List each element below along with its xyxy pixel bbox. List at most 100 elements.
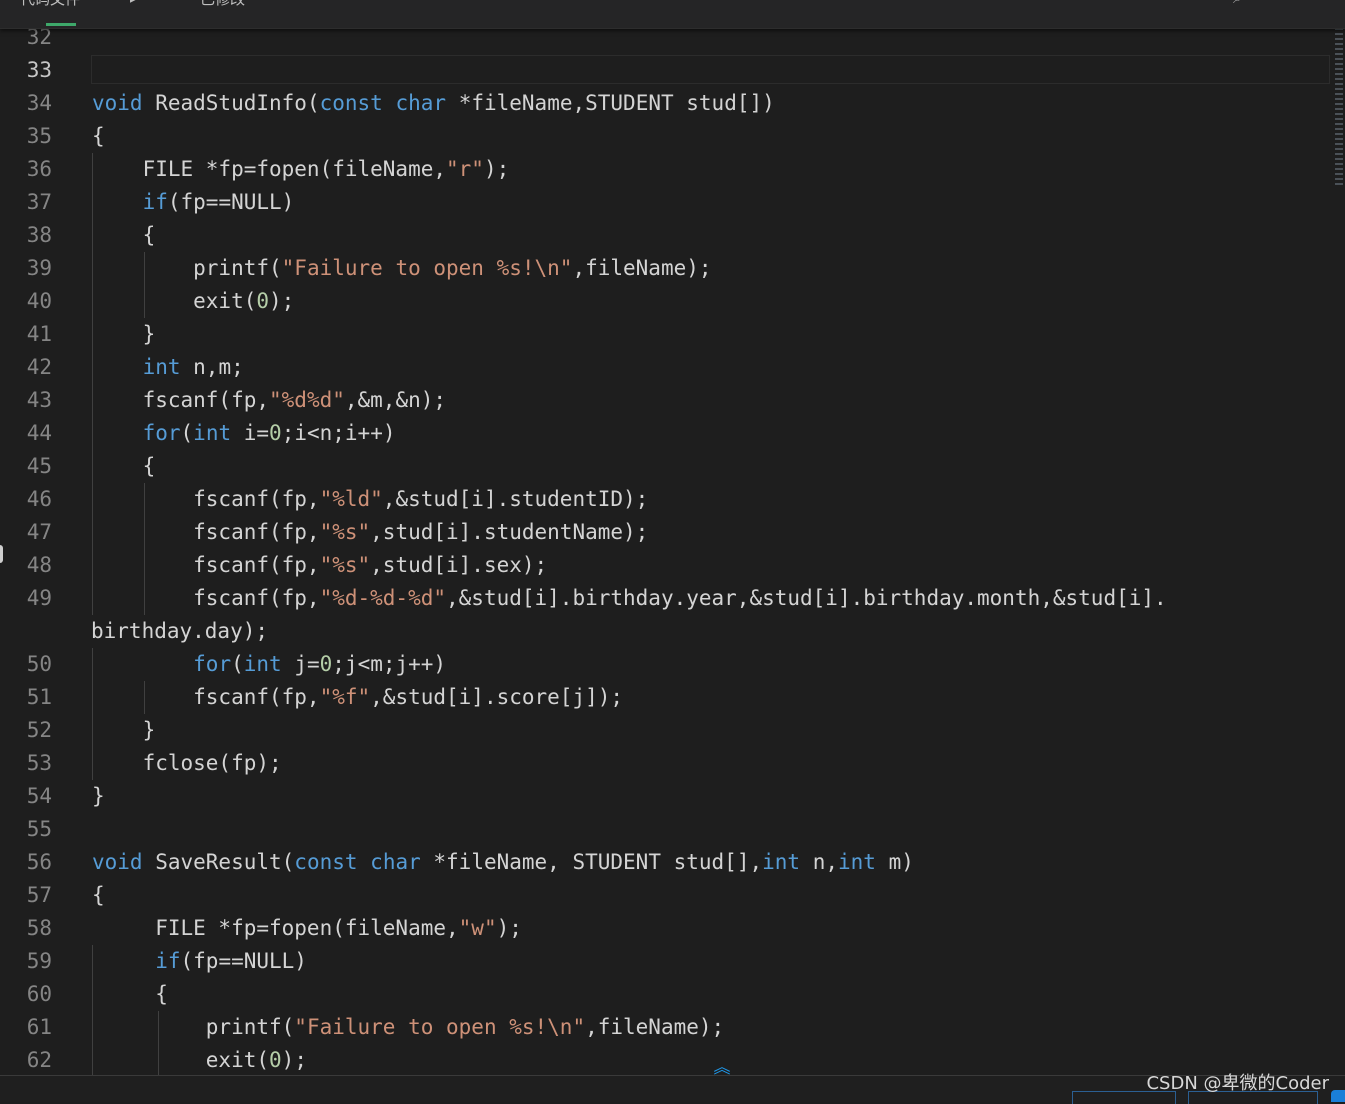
line-number: 56	[26, 850, 52, 874]
code-line[interactable]: 59 if(fp==NULL)	[0, 945, 1345, 978]
code-line[interactable]: 58 FILE *fp=fopen(fileName,"w");	[0, 912, 1345, 945]
code-token: ,fileName);	[585, 1015, 725, 1039]
code-token: char	[395, 91, 447, 115]
code-line[interactable]: 62 exit(0);	[0, 1044, 1345, 1077]
code-line[interactable]: 37 if(fp==NULL)	[0, 186, 1345, 219]
code-text: int n,m;	[92, 351, 244, 384]
code-line[interactable]: 39 printf("Failure to open %s!\n",fileNa…	[0, 252, 1345, 285]
code-token: ReadStudInfo(	[142, 91, 320, 115]
line-number: 61	[26, 1015, 52, 1039]
code-line[interactable]: birthday.day);	[0, 615, 1345, 648]
indent-guide	[92, 648, 93, 681]
code-line[interactable]: 41 }	[0, 318, 1345, 351]
code-token: 0	[269, 421, 282, 445]
code-text: void ReadStudInfo(const char *fileName,S…	[92, 87, 775, 120]
code-token: fscanf(fp,	[92, 685, 320, 709]
code-token: (fp==NULL)	[167, 190, 295, 214]
status-accent	[1331, 1090, 1345, 1102]
indent-guide	[144, 582, 146, 615]
code-line[interactable]: 49 fscanf(fp,"%d-%d-%d",&stud[i].birthda…	[0, 582, 1345, 615]
line-number: 59	[26, 949, 52, 973]
code-line[interactable]: 48 fscanf(fp,"%s",stud[i].sex);	[0, 549, 1345, 582]
indent-guide	[92, 582, 93, 615]
tab-modified[interactable]: 已修改	[200, 0, 245, 9]
line-number: 35	[26, 124, 52, 148]
code-token: int	[243, 652, 282, 676]
line-number: 55	[26, 817, 52, 841]
code-text: printf("Failure to open %s!\n",fileName)…	[92, 252, 711, 285]
code-token: exit(	[92, 289, 257, 313]
code-line[interactable]: 46 fscanf(fp,"%ld",&stud[i].studentID);	[0, 483, 1345, 516]
code-line[interactable]: 47 fscanf(fp,"%s",stud[i].studentName);	[0, 516, 1345, 549]
code-text: }	[92, 318, 156, 351]
code-line[interactable]: 56 void SaveResult(const char *fileName, …	[0, 846, 1345, 879]
code-text: fscanf(fp,"%d-%d-%d",&stud[i].birthday.y…	[92, 582, 1167, 615]
code-token: FILE *fp=fopen(fileName,	[92, 157, 447, 181]
code-token: "w"	[458, 916, 497, 940]
line-number: 51	[26, 685, 52, 709]
code-token: (	[180, 421, 194, 445]
tab-code-file[interactable]: 代码文件	[20, 0, 80, 9]
search-icon[interactable]: ⌕	[1233, 0, 1242, 8]
code-token: ,&stud[i].birthday.year,&stud[i].birthda…	[446, 586, 1167, 610]
code-line[interactable]: 55	[0, 813, 1345, 846]
minimap[interactable]	[1335, 28, 1343, 188]
code-token: );	[496, 916, 522, 940]
code-line[interactable]: 52 }	[0, 714, 1345, 747]
code-line[interactable]: 53 fclose(fp);	[0, 747, 1345, 780]
code-text: fclose(fp);	[92, 747, 282, 780]
code-token: "%d%d"	[269, 388, 345, 412]
code-text: exit(0);	[92, 1044, 307, 1077]
code-line[interactable]: 42 int n,m;	[0, 351, 1345, 384]
line-number: 45	[26, 454, 52, 478]
code-line[interactable]: 57 {	[0, 879, 1345, 912]
code-line[interactable]: 54}	[0, 780, 1345, 813]
code-token: j=	[281, 652, 320, 676]
code-editor[interactable]: 31STUDENT temp;323334void ReadStudInfo(c…	[0, 0, 1345, 1077]
indent-guide	[144, 516, 146, 549]
code-line[interactable]: 40 exit(0);	[0, 285, 1345, 318]
code-line[interactable]: 33	[0, 54, 1345, 87]
code-token: ,stud[i].studentName);	[370, 520, 649, 544]
indent-guide	[92, 714, 93, 747]
line-number: 60	[26, 982, 52, 1006]
redo-icon[interactable]: ↷	[1308, 0, 1321, 7]
code-token: int	[838, 850, 876, 874]
indent-guide	[92, 1044, 93, 1077]
code-line[interactable]: 43 fscanf(fp,"%d%d",&m,&n);	[0, 384, 1345, 417]
code-token: n,m;	[180, 355, 244, 379]
code-token: *fileName, STUDENT stud[],	[420, 850, 763, 874]
code-token: fscanf(fp,	[92, 553, 320, 577]
code-token: ,stud[i].sex);	[370, 553, 548, 577]
code-line[interactable]: 61 printf("Failure to open %s!\n",fileNa…	[0, 1011, 1345, 1044]
code-text: {	[92, 219, 156, 252]
code-line[interactable]: 44 for(int i=0;i<n;i++)	[0, 417, 1345, 450]
line-number: 48	[26, 553, 52, 577]
code-line[interactable]: 51 fscanf(fp,"%f",&stud[i].score[j]);	[0, 681, 1345, 714]
line-number: 40	[26, 289, 52, 313]
code-line[interactable]: 38 {	[0, 219, 1345, 252]
code-token: 0	[319, 652, 333, 676]
code-token: ,&m,&n);	[344, 388, 447, 412]
run-icon[interactable]: ▶	[130, 0, 141, 5]
code-line[interactable]: 34 void ReadStudInfo(const char *fileName…	[0, 87, 1345, 120]
code-line[interactable]: 60 {	[0, 978, 1345, 1011]
code-line[interactable]: 35 {	[0, 120, 1345, 153]
code-text: printf("Failure to open %s!\n",fileName)…	[92, 1011, 724, 1044]
undo-icon[interactable]: ↶	[1270, 0, 1283, 7]
code-token: "Failure to open %s!\n"	[294, 1015, 586, 1039]
indent-guide	[92, 318, 93, 351]
code-token: 0	[269, 1048, 282, 1072]
code-line[interactable]: 36 FILE *fp=fopen(fileName,"r");	[0, 153, 1345, 186]
code-token: printf(	[92, 1015, 295, 1039]
code-line[interactable]: 50 for(int j=0;j<m;j++)	[0, 648, 1345, 681]
indent-guide	[92, 252, 93, 285]
code-token: "r"	[446, 157, 484, 181]
indent-guide	[144, 252, 146, 285]
code-line[interactable]: 45 {	[0, 450, 1345, 483]
line-number: 43	[26, 388, 52, 412]
code-token: printf(	[92, 256, 282, 280]
